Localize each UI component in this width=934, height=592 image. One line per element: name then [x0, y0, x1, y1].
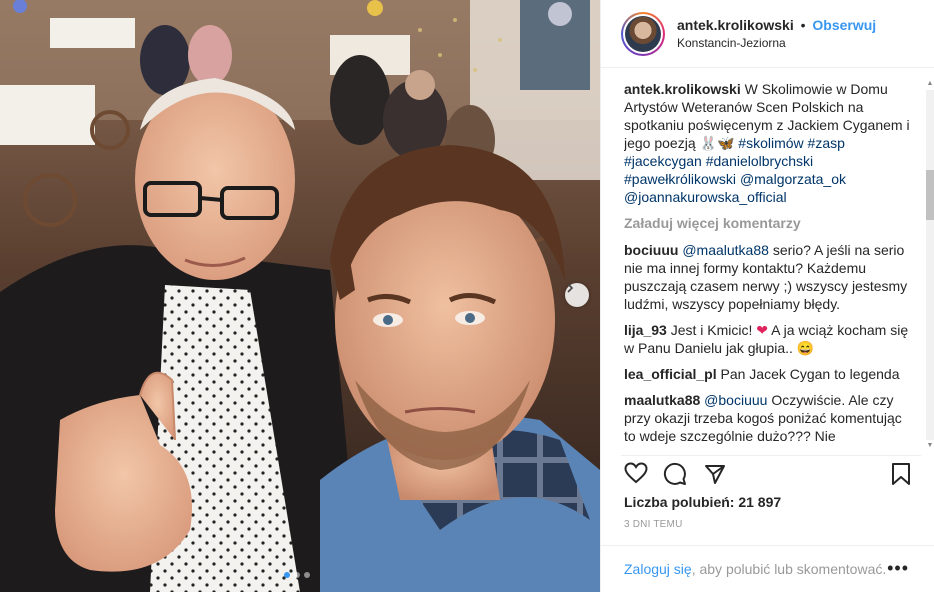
- comment: bociuuu @maalutka88 serio? A jeśli na se…: [624, 241, 914, 313]
- scroll-up-arrow[interactable]: ▲: [926, 80, 934, 88]
- avatar[interactable]: [621, 11, 665, 56]
- comment-username[interactable]: lea_official_pl: [624, 366, 717, 382]
- caption-emoji: 🐰🦋: [699, 135, 735, 151]
- carousel-dot: [294, 572, 300, 578]
- photo-image: [0, 0, 600, 592]
- comment-text: Jest i Kmicic!: [670, 322, 753, 338]
- comment-username[interactable]: maalutka88: [624, 392, 700, 408]
- comment-mention[interactable]: @maalutka88: [682, 242, 769, 258]
- comment-mention[interactable]: @bociuuu: [704, 392, 767, 408]
- scroll-down-arrow[interactable]: ▼: [926, 442, 934, 450]
- caption-tag[interactable]: #skolimów: [738, 135, 803, 151]
- like-button[interactable]: [624, 462, 648, 487]
- comments-list: antek.krolikowski W Skolimowie w Domu Ar…: [624, 80, 914, 450]
- heart-icon: [624, 462, 648, 484]
- likes-count[interactable]: Liczba polubień: 21 897: [624, 494, 781, 510]
- caption-username[interactable]: antek.krolikowski: [624, 81, 741, 97]
- chevron-right-icon: [567, 283, 574, 293]
- comment-username[interactable]: bociuuu: [624, 242, 678, 258]
- post-header: antek.krolikowski • Obserwuj Konstancin-…: [601, 0, 934, 68]
- login-link[interactable]: Zaloguj się: [624, 561, 692, 577]
- scrollbar-track[interactable]: [926, 90, 934, 440]
- comment-icon: [663, 462, 686, 485]
- instagram-post: antek.krolikowski • Obserwuj Konstancin-…: [0, 0, 934, 592]
- more-options-button[interactable]: •••: [887, 558, 909, 579]
- scrollbar-thumb[interactable]: [926, 170, 934, 220]
- comment-text: Pan Jacek Cygan to legenda: [720, 366, 900, 382]
- caption-tag[interactable]: #danielolbrychski: [706, 153, 813, 169]
- comment-emoji: 😄: [796, 340, 815, 356]
- header-separator: •: [800, 17, 806, 33]
- action-bar: [621, 455, 921, 489]
- comment: maalutka88 @bociuuu Oczywiście. Ale czy …: [624, 391, 914, 445]
- carousel-dot: [304, 572, 310, 578]
- comment-button[interactable]: [663, 462, 687, 489]
- bookmark-icon: [892, 463, 910, 485]
- caption-tag[interactable]: #zasp: [808, 135, 845, 151]
- caption-mention[interactable]: @joannakurowska_official: [624, 189, 787, 205]
- share-button[interactable]: [703, 462, 727, 489]
- caption: antek.krolikowski W Skolimowie w Domu Ar…: [624, 80, 914, 206]
- comment: lija_93 Jest i Kmicic! ❤ A ja wciąż koch…: [624, 321, 914, 357]
- post-photo[interactable]: [0, 0, 600, 592]
- save-button[interactable]: [891, 462, 911, 489]
- comment: lea_official_pl Pan Jacek Cygan to legen…: [624, 365, 914, 383]
- caption-tag[interactable]: #jacekcygan: [624, 153, 702, 169]
- avatar-image: [625, 15, 661, 52]
- share-icon: [705, 465, 725, 484]
- follow-button[interactable]: Obserwuj: [812, 17, 876, 33]
- heart-emoji: ❤: [756, 322, 769, 338]
- header-username[interactable]: antek.krolikowski: [677, 17, 794, 33]
- login-text: , aby polubić lub skomentować.: [691, 561, 887, 577]
- comment-username[interactable]: lija_93: [624, 322, 667, 338]
- caption-tag[interactable]: #pawełkrólikowski: [624, 171, 736, 187]
- next-photo-button[interactable]: [565, 283, 589, 307]
- login-prompt: Zaloguj się, aby polubić lub skomentować…: [601, 545, 934, 592]
- post-side-panel: antek.krolikowski • Obserwuj Konstancin-…: [600, 0, 934, 592]
- carousel-dot: [284, 572, 290, 578]
- comments-scrollbar[interactable]: ▲ ▼: [924, 80, 934, 450]
- load-more-comments-button[interactable]: Załaduj więcej komentarzy: [624, 214, 914, 232]
- location-link[interactable]: Konstancin-Jeziorna: [677, 36, 876, 50]
- post-timestamp[interactable]: 3 DNI TEMU: [624, 519, 683, 530]
- carousel-indicator: [284, 572, 310, 578]
- caption-mention[interactable]: @malgorzata_ok: [740, 171, 846, 187]
